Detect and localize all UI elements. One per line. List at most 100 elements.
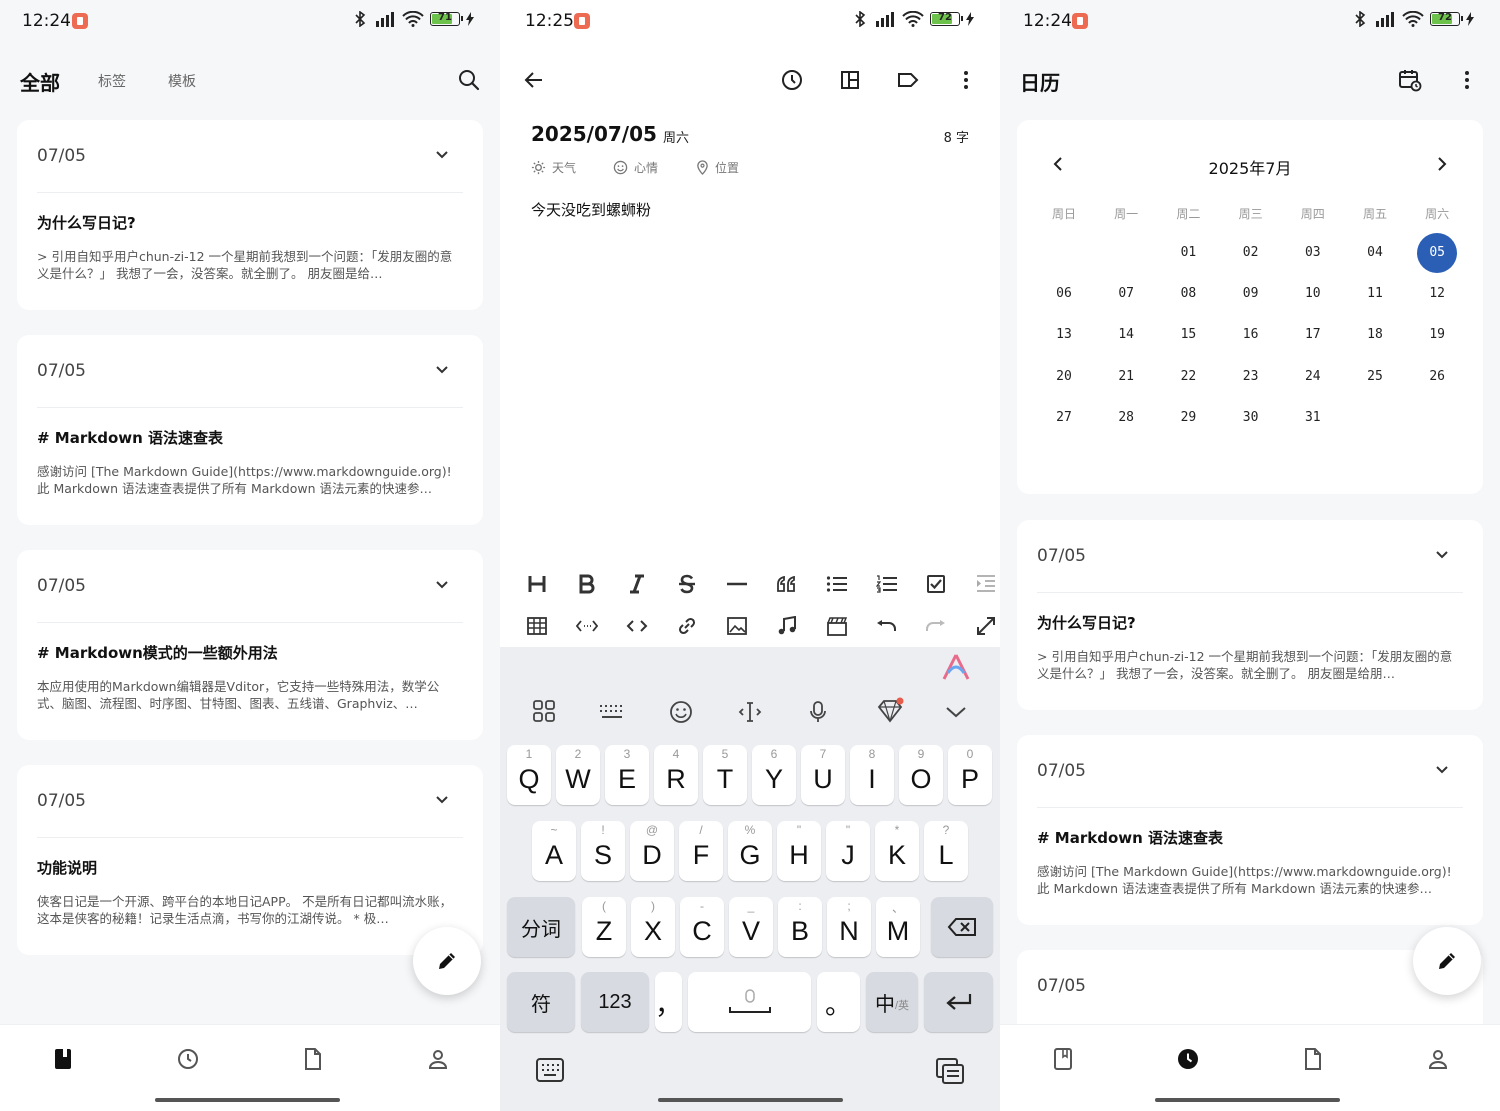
- calendar-day[interactable]: 28: [1106, 398, 1146, 438]
- diary-card[interactable]: 07/05 为什么写日记? > 引用自知乎用户chun-zi-12 一个星期前我…: [1017, 520, 1483, 710]
- keyboard-assistant-logo-icon[interactable]: [941, 653, 971, 681]
- key-z[interactable]: (Z: [582, 897, 626, 957]
- calendar-day-selected[interactable]: 05: [1417, 233, 1458, 273]
- more-button[interactable]: [950, 64, 982, 96]
- enter-key[interactable]: [924, 972, 993, 1032]
- nav-clock-icon[interactable]: [1176, 1047, 1200, 1071]
- new-diary-button[interactable]: [413, 927, 481, 995]
- layout-button[interactable]: [834, 64, 866, 96]
- home-indicator[interactable]: [1155, 1098, 1340, 1102]
- home-indicator[interactable]: [155, 1098, 340, 1102]
- calendar-day[interactable]: 23: [1231, 357, 1271, 397]
- calendar-day[interactable]: 06: [1044, 274, 1084, 314]
- tab-all[interactable]: 全部: [20, 67, 60, 96]
- calendar-day[interactable]: 22: [1168, 357, 1208, 397]
- key-e[interactable]: 3E: [605, 745, 649, 805]
- bold-button[interactable]: [571, 568, 603, 600]
- heading-button[interactable]: [521, 568, 553, 600]
- microphone-icon[interactable]: [809, 700, 827, 724]
- key-o[interactable]: 9O: [899, 745, 943, 805]
- calendar-day[interactable]: 12: [1417, 274, 1457, 314]
- link-button[interactable]: [671, 610, 703, 642]
- today-button[interactable]: [1394, 64, 1426, 96]
- calendar-day[interactable]: 02: [1231, 233, 1271, 273]
- key-g[interactable]: % G: [728, 821, 772, 881]
- key-c[interactable]: -C: [680, 897, 724, 957]
- next-month-icon[interactable]: [1437, 157, 1447, 171]
- calendar-day[interactable]: 16: [1231, 315, 1271, 355]
- calendar-day[interactable]: 26: [1417, 357, 1457, 397]
- tag-button[interactable]: [892, 64, 924, 96]
- keyboard-layout-icon[interactable]: [599, 704, 625, 720]
- apps-grid-icon[interactable]: [533, 700, 555, 722]
- key-s[interactable]: ! S: [581, 821, 625, 881]
- calendar-day[interactable]: 04: [1355, 233, 1395, 273]
- calendar-day[interactable]: 01: [1168, 233, 1208, 273]
- key-t[interactable]: 5T: [703, 745, 747, 805]
- nav-diary-book-icon[interactable]: [51, 1047, 75, 1071]
- calendar-day[interactable]: 24: [1293, 357, 1333, 397]
- chevron-down-icon[interactable]: [435, 795, 449, 804]
- calendar-day[interactable]: 03: [1293, 233, 1333, 273]
- key-q[interactable]: 1Q: [507, 745, 551, 805]
- tab-tags[interactable]: 标签: [98, 71, 126, 91]
- key-h[interactable]: " H: [777, 821, 821, 881]
- space-key[interactable]: [688, 972, 811, 1032]
- calendar-day[interactable]: 07: [1106, 274, 1146, 314]
- symbols-key[interactable]: 符: [507, 972, 575, 1032]
- nav-diary-book-icon[interactable]: [1051, 1047, 1075, 1071]
- diary-card[interactable]: 07/05 # Markdown 语法速查表 感谢访问 [The Markdow…: [1017, 735, 1483, 925]
- key-n[interactable]: ; N: [827, 897, 871, 957]
- key-j[interactable]: " J: [826, 821, 870, 881]
- new-diary-button[interactable]: [1413, 927, 1481, 995]
- calendar-day[interactable]: 08: [1168, 274, 1208, 314]
- calendar-day[interactable]: 09: [1231, 274, 1271, 314]
- weather-field[interactable]: 天气: [531, 159, 576, 176]
- tab-templates[interactable]: 模板: [168, 71, 196, 91]
- search-button[interactable]: [453, 64, 485, 96]
- emoji-icon[interactable]: [669, 700, 693, 724]
- more-button[interactable]: [1451, 64, 1483, 96]
- key-k[interactable]: * K: [875, 821, 919, 881]
- key-l[interactable]: ? L: [924, 821, 968, 881]
- key-d[interactable]: @ D: [630, 821, 674, 881]
- key-x[interactable]: ) X: [631, 897, 675, 957]
- calendar-day[interactable]: 19: [1417, 315, 1457, 355]
- calendar-day[interactable]: 31: [1293, 398, 1333, 438]
- calendar-day[interactable]: 25: [1355, 357, 1395, 397]
- collapse-keyboard-icon[interactable]: [945, 706, 967, 718]
- calendar-day[interactable]: 30: [1231, 398, 1271, 438]
- comma-key[interactable]: ，: [655, 972, 682, 1032]
- calendar-day[interactable]: 10: [1293, 274, 1333, 314]
- chevron-down-icon[interactable]: [1435, 765, 1449, 774]
- italic-button[interactable]: [621, 568, 653, 600]
- calendar-day[interactable]: 17: [1293, 315, 1333, 355]
- chevron-down-icon[interactable]: [435, 580, 449, 589]
- key-b[interactable]: :B: [778, 897, 822, 957]
- keyboard-switch-icon[interactable]: [536, 1058, 564, 1082]
- calendar-day[interactable]: 11: [1355, 274, 1395, 314]
- key-m[interactable]: 、 M: [876, 897, 920, 957]
- undo-button[interactable]: [870, 610, 902, 642]
- history-button[interactable]: [776, 64, 808, 96]
- nav-file-icon[interactable]: [1301, 1047, 1325, 1071]
- calendar-day[interactable]: 13: [1044, 315, 1084, 355]
- key-v[interactable]: _ V: [729, 897, 773, 957]
- indent-button[interactable]: [970, 568, 1000, 600]
- home-indicator[interactable]: [658, 1098, 843, 1102]
- back-button[interactable]: [518, 64, 550, 96]
- calendar-day[interactable]: 27: [1044, 398, 1084, 438]
- entry-content[interactable]: 今天没吃到螺蛳粉: [531, 199, 651, 220]
- key-w[interactable]: 2W: [556, 745, 600, 805]
- horizontal-rule-button[interactable]: [721, 568, 753, 600]
- diary-card[interactable]: 07/05 # Markdown模式的一些额外用法 本应用使用的Markdown…: [17, 550, 483, 740]
- strikethrough-button[interactable]: [671, 568, 703, 600]
- nav-file-icon[interactable]: [301, 1047, 325, 1071]
- split-key[interactable]: 分词: [507, 897, 575, 957]
- code-block-button[interactable]: [621, 610, 653, 642]
- diary-card[interactable]: 07/05 功能说明 侠客日记是一个开源、跨平台的本地日记APP。 不是所有日记…: [17, 765, 483, 955]
- cursor-move-icon[interactable]: [738, 700, 762, 724]
- nav-profile-icon[interactable]: [1426, 1047, 1450, 1071]
- backspace-key[interactable]: [931, 897, 993, 957]
- chevron-down-icon[interactable]: [435, 150, 449, 159]
